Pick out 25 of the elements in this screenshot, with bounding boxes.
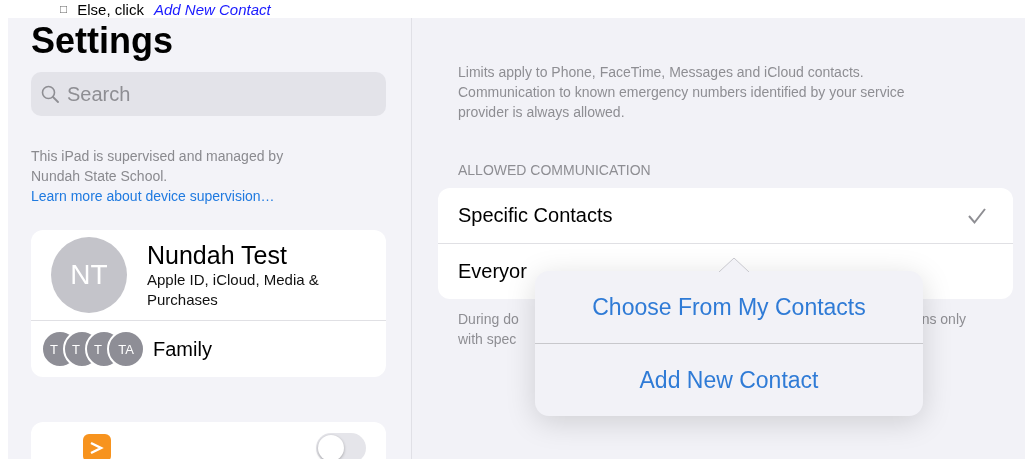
account-subtitle: Apple ID, iCloud, Media & Purchases xyxy=(147,269,320,310)
settings-title: Settings xyxy=(31,20,174,62)
avatar-circle: NT xyxy=(51,237,127,313)
checkbox-glyph: □ xyxy=(60,2,68,16)
account-row[interactable]: NT Nundah Test Apple ID, iCloud, Media & Purchases xyxy=(31,230,386,321)
family-avatar: TA xyxy=(107,330,145,368)
search-field[interactable]: Search xyxy=(31,72,386,116)
section-header: ALLOWED COMMUNICATION xyxy=(458,162,652,178)
instruction-text: Else, click xyxy=(77,0,144,18)
account-name: Nundah Test xyxy=(147,240,288,270)
search-icon xyxy=(41,85,59,103)
instruction-link[interactable]: Add New Contact xyxy=(153,0,271,18)
checkmark-icon xyxy=(967,206,987,225)
family-label: Family xyxy=(153,337,212,361)
learn-more-link[interactable]: Learn more about device supervision… xyxy=(31,188,275,204)
info-note: Limits apply to Phone, FaceTime, Messages and iCloud contacts. Communication to known emergency numbers identified by your service provider is always allowed. xyxy=(458,63,906,122)
footer-text: During do xyxy=(458,310,519,329)
footer-text: with spec xyxy=(458,330,517,349)
popover-item[interactable]: Add New Contact xyxy=(535,343,923,416)
family-row[interactable]: T T T TA Family xyxy=(31,321,386,377)
toggle-switch[interactable] xyxy=(316,433,366,459)
popover-item[interactable]: Choose From My Contacts xyxy=(535,271,923,343)
option-row[interactable]: Specific Contacts xyxy=(438,188,1013,244)
footer-text: ns only xyxy=(921,310,966,329)
supervision-note: This iPad is supervised and managed by Nundah State School. Learn more about device supervision… xyxy=(31,147,285,206)
